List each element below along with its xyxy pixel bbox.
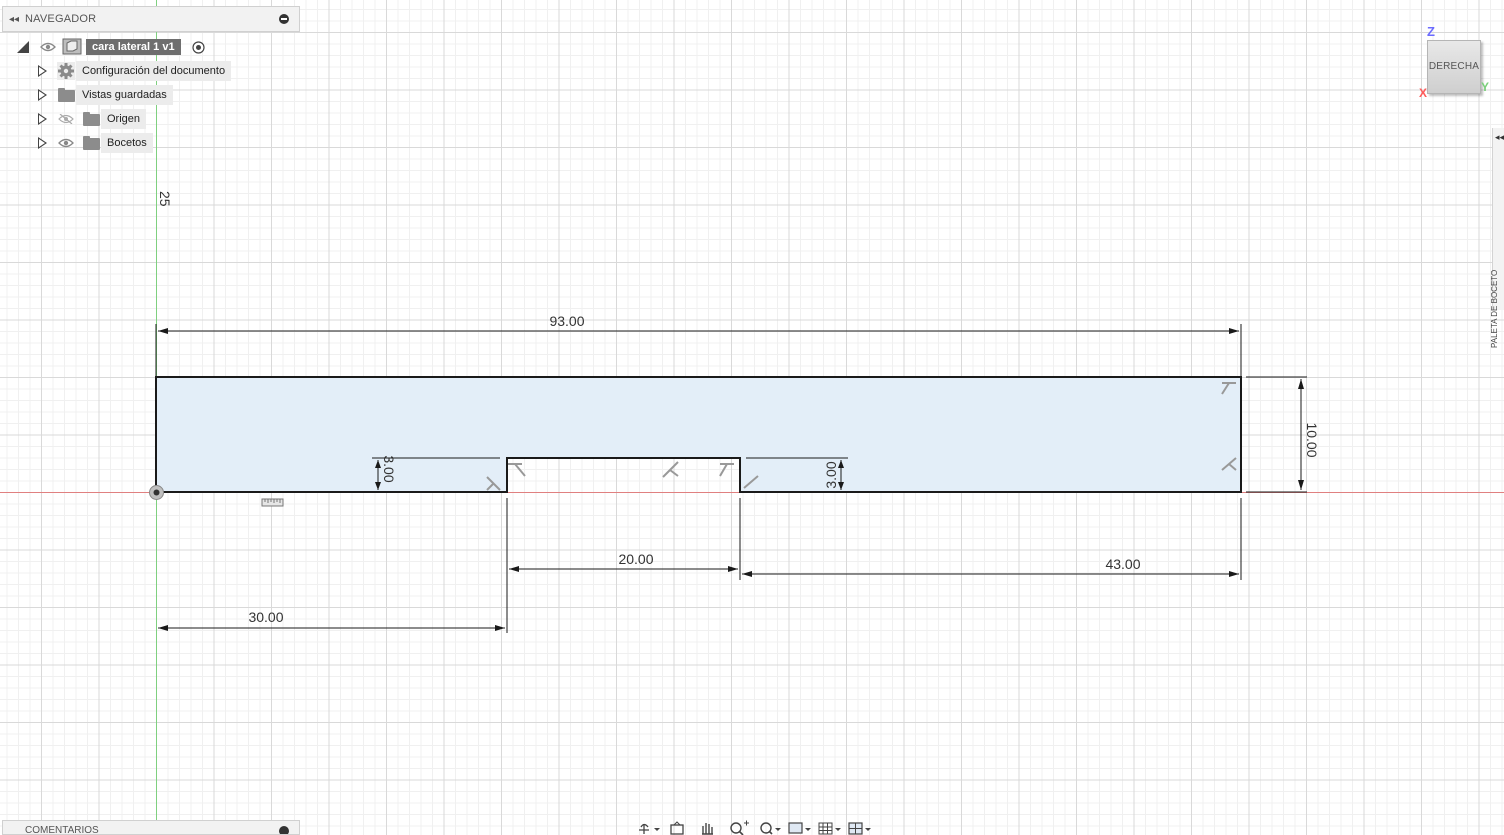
dim-right-offset-text: 43.00 [1105, 556, 1140, 572]
dimension-right-offset[interactable]: 43.00 [742, 498, 1242, 580]
viewcube-face-right[interactable]: DERECHA [1427, 40, 1481, 94]
dimension-notch-width[interactable]: 20.00 [506, 498, 741, 633]
navigator-item-label: Vistas guardadas [76, 85, 173, 105]
axis-z-label: Z [1427, 24, 1435, 39]
add-comment-icon[interactable] [279, 826, 289, 834]
folder-icon [83, 112, 100, 126]
navigator-item-label: Configuración del documento [76, 61, 232, 81]
sketch-palette-label: PALETA DE BOCETO [1490, 269, 1499, 348]
navigator-title: NAVEGADOR [25, 13, 97, 25]
dim-left-offset-text: 30.00 [248, 609, 283, 625]
eye-visibility-icon[interactable] [40, 42, 56, 52]
sketch-palette-tab[interactable]: ◂◂ PALETA DE BOCETO [1490, 128, 1504, 348]
display-settings-icon[interactable] [786, 820, 812, 835]
component-icon [62, 38, 82, 55]
pan-hand-icon[interactable] [696, 820, 722, 835]
viewports-icon[interactable] [846, 820, 872, 835]
zoom-icon[interactable] [726, 820, 752, 835]
sketch-origin-center [153, 489, 160, 496]
navigation-toolbar[interactable] [636, 820, 876, 835]
sketch-svg[interactable]: 25 93.00 10.00 3.00 3.00 20.00 43.00 30.… [0, 0, 1504, 835]
navigator-item-label: Bocetos [101, 133, 153, 153]
comments-panel-header[interactable]: COMENTARIOS [2, 820, 300, 835]
gear-icon [57, 62, 75, 80]
eye-hidden-icon[interactable] [58, 114, 74, 124]
grid-settings-icon[interactable] [816, 820, 842, 835]
folder-icon [83, 136, 100, 150]
dim-height-text: 10.00 [1304, 422, 1320, 457]
collapse-arrows-icon[interactable]: ◂◂ [3, 14, 25, 25]
look-at-icon[interactable] [666, 820, 692, 835]
axis-x-label: X [1419, 86, 1428, 100]
grid-scale-label: 25 [157, 191, 173, 207]
navigator-item-label: Origen [101, 109, 147, 129]
activate-radio-icon[interactable] [192, 41, 205, 54]
expand-triangle-icon[interactable] [38, 113, 47, 125]
dimension-height[interactable]: 10.00 [1246, 376, 1320, 493]
dim-notch-width-text: 20.00 [618, 551, 653, 567]
fit-view-icon[interactable] [756, 820, 782, 835]
dimension-total-width[interactable]: 93.00 [155, 313, 1242, 377]
dim-notch-depth-right-text: 3.00 [823, 461, 839, 488]
expand-triangle-icon[interactable] [38, 65, 47, 77]
dim-total-width-text: 93.00 [549, 313, 584, 329]
expand-triangle-open-icon[interactable] [17, 41, 29, 53]
axis-y-label: Y [1481, 80, 1490, 94]
comments-title: COMENTARIOS [25, 825, 99, 835]
expand-palette-icon[interactable]: ◂◂ [1495, 132, 1504, 143]
eye-visibility-icon[interactable] [58, 138, 74, 148]
expand-triangle-icon[interactable] [38, 137, 47, 149]
viewcube[interactable]: Z DERECHA X Y [1419, 24, 1500, 106]
expand-triangle-icon[interactable] [38, 89, 47, 101]
minimize-icon[interactable] [279, 14, 289, 24]
design-canvas[interactable]: 25 93.00 10.00 3.00 3.00 20.00 43.00 30.… [0, 0, 1504, 835]
dimension-left-offset[interactable]: 30.00 [158, 609, 505, 631]
sketch-profile[interactable] [155, 376, 1242, 493]
orbit-icon[interactable] [636, 820, 662, 835]
root-component-label[interactable]: cara lateral 1 v1 [86, 39, 181, 55]
dim-notch-depth-left-text: 3.00 [381, 455, 397, 482]
navigator-panel-header[interactable]: ◂◂ NAVEGADOR [2, 6, 300, 32]
folder-icon [58, 88, 75, 102]
